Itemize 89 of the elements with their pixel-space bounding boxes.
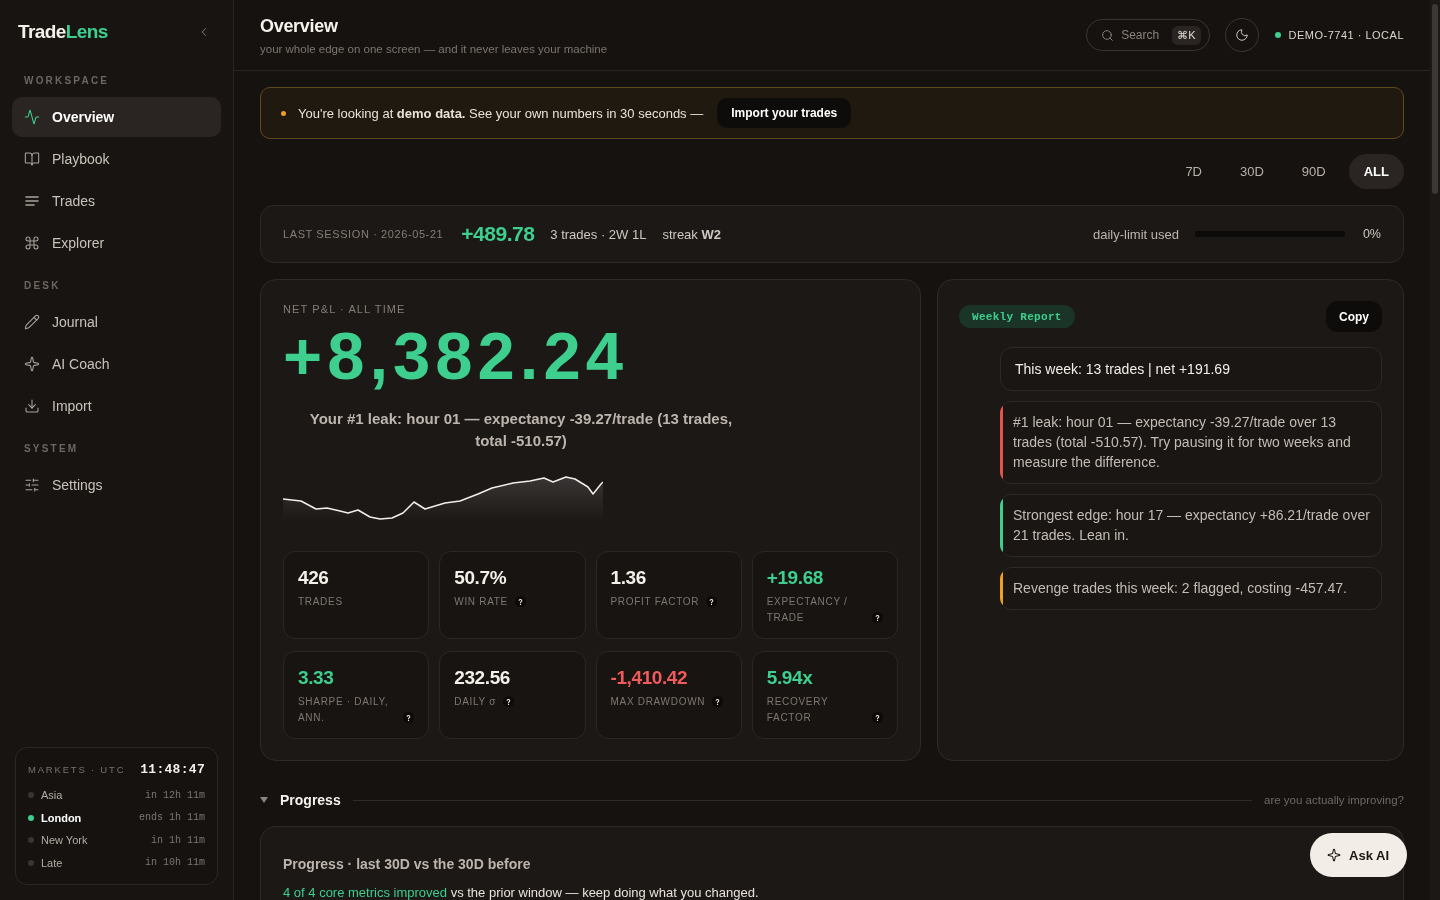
help-icon[interactable] bbox=[872, 712, 883, 723]
metric-label: MAX DRAWDOWN bbox=[610, 695, 706, 709]
market-countdown: in 1h 11m bbox=[151, 834, 205, 846]
help-icon[interactable] bbox=[872, 612, 883, 623]
scrollbar-thumb[interactable] bbox=[1432, 4, 1438, 194]
help-icon[interactable] bbox=[403, 712, 415, 723]
metric-label: TRADES bbox=[298, 595, 343, 609]
help-icon[interactable] bbox=[712, 696, 724, 707]
brand-logo: TradeLens bbox=[18, 21, 108, 43]
nav-item[interactable]: Explorer bbox=[12, 223, 221, 263]
metric-value: 426 bbox=[298, 566, 329, 590]
copy-button[interactable]: Copy bbox=[1326, 301, 1382, 332]
help-icon[interactable] bbox=[503, 696, 515, 707]
download-icon bbox=[24, 398, 40, 414]
section-heading: DESK bbox=[23, 280, 61, 292]
market-name: New York bbox=[41, 834, 88, 847]
nav-item[interactable]: Trades bbox=[12, 181, 221, 221]
metric-value: +19.68 bbox=[766, 566, 823, 590]
pulse-icon bbox=[24, 109, 40, 125]
metric-value: -1,410.42 bbox=[610, 666, 688, 690]
nav-item[interactable]: Settings bbox=[12, 465, 221, 505]
nav-item[interactable]: Journal bbox=[12, 302, 221, 342]
metric-label: WIN RATE bbox=[454, 595, 508, 609]
clock-time: 11:48:47 bbox=[140, 761, 205, 777]
leak-summary: Your #1 leak: hour 01 — expectancy -39.27/trade (13 trades, total -510.57) bbox=[308, 409, 734, 451]
progress-title: Progress · last 30D vs the 30D before bbox=[283, 855, 531, 873]
range-tab[interactable]: ALL bbox=[1348, 154, 1404, 189]
section-heading: SYSTEM bbox=[23, 443, 79, 455]
nav-item[interactable]: AI Coach bbox=[12, 344, 221, 384]
progress-summary: 4 of 4 core metrics improved vs the prior window — keep doing what you changed. bbox=[283, 885, 759, 900]
workspace-label: DEMO-7741 · LOCAL bbox=[1288, 29, 1404, 41]
help-icon[interactable] bbox=[706, 596, 718, 607]
market-countdown: in 10h 11m bbox=[145, 857, 205, 869]
metric-value: 1.36 bbox=[610, 566, 646, 590]
metric-label: RECOVERY FACTOR bbox=[766, 695, 830, 725]
market-name: Asia bbox=[41, 789, 63, 802]
report-tag: Weekly Report bbox=[959, 305, 1075, 328]
shortcut-key: ⌘K bbox=[1172, 25, 1201, 45]
search-icon bbox=[1101, 28, 1115, 42]
command-icon bbox=[24, 235, 40, 251]
markets-title: MARKETS · UTC bbox=[28, 763, 126, 775]
status-dot-icon bbox=[1274, 32, 1281, 38]
insight-text: #1 leak: hour 01 — expectancy -39.27/trade over 13 trades (total -510.57). Try pausing it for two weeks and measure the difference. bbox=[1012, 413, 1352, 472]
market-countdown: in 12h 11m bbox=[145, 789, 205, 801]
import-button[interactable]: Import your trades bbox=[717, 98, 852, 128]
section-heading: WORKSPACE bbox=[23, 75, 110, 87]
help-icon[interactable] bbox=[515, 596, 526, 607]
metric-value: 3.33 bbox=[298, 666, 334, 690]
sliders-icon bbox=[24, 477, 40, 493]
nav-item[interactable]: Playbook bbox=[12, 139, 221, 179]
page-title: Overview bbox=[260, 14, 338, 37]
lines-icon bbox=[24, 193, 40, 209]
sparkle-icon bbox=[1327, 848, 1341, 862]
ask-ai-button[interactable]: Ask AI bbox=[1310, 833, 1407, 877]
metric-value: 50.7% bbox=[454, 566, 507, 590]
market-name: Late bbox=[41, 856, 63, 869]
market-countdown: ends 1h 11m bbox=[139, 812, 205, 824]
insight-text: Revenge trades this week: 2 flagged, costing -457.47. bbox=[1012, 579, 1348, 598]
range-tab[interactable]: 30D bbox=[1225, 154, 1279, 189]
session-pnl: +489.78 bbox=[461, 222, 535, 246]
pencil-icon bbox=[24, 314, 40, 330]
metric-label: DAILY σ bbox=[454, 695, 497, 709]
session-label: LAST SESSION · 2026-05-21 bbox=[283, 228, 444, 240]
report-summary: This week: 13 trades | net +191.69 bbox=[1000, 347, 1382, 391]
market-name: London bbox=[41, 811, 82, 824]
metric-value: 232.56 bbox=[454, 666, 510, 690]
range-tab[interactable]: 7D bbox=[1170, 154, 1217, 189]
metric-label: SHARPE · DAILY, ANN. bbox=[298, 695, 390, 725]
book-icon bbox=[24, 151, 40, 167]
section-toggle[interactable]: Progress bbox=[260, 792, 341, 808]
session-trades: 3 trades · 2W 1L bbox=[550, 226, 647, 242]
metric-value: 5.94x bbox=[766, 666, 813, 690]
limit-reading: 0% bbox=[1362, 227, 1381, 241]
sparkle-icon bbox=[24, 356, 40, 372]
warning-dot-icon bbox=[281, 110, 286, 116]
limit-label: daily-limit used bbox=[1093, 226, 1179, 242]
metric-label: EXPECTANCY / TRADE bbox=[766, 595, 849, 625]
pnl-value: +8,382.24 bbox=[283, 320, 628, 392]
section-hint: are you actually improving? bbox=[1264, 794, 1404, 806]
nav-item[interactable]: Import bbox=[12, 386, 221, 426]
streak-text: streak W2 bbox=[662, 226, 721, 242]
range-tab[interactable]: 90D bbox=[1286, 154, 1341, 189]
banner-text: You're looking at demo data. See your own numbers in 30 seconds — bbox=[298, 105, 704, 121]
metric-label: PROFIT FACTOR bbox=[610, 595, 700, 609]
nav-item[interactable]: Overview bbox=[12, 97, 221, 137]
insight-text: Strongest edge: hour 17 — expectancy +86.21/trade over 21 trades. Lean in. bbox=[1012, 506, 1371, 545]
moon-icon bbox=[1234, 28, 1249, 42]
pnl-label: NET P&L · ALL TIME bbox=[283, 302, 406, 316]
page-subtitle: your whole edge on one screen — and it never leaves your machine bbox=[260, 41, 608, 56]
